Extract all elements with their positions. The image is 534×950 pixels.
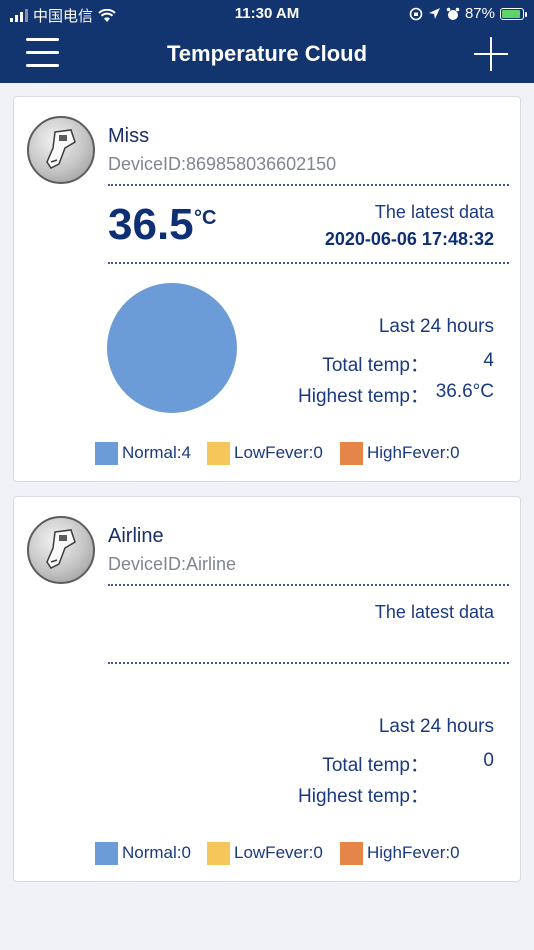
highest-temp-value: 36.6°C <box>435 381 494 402</box>
legend-low-fever-label: LowFever:0 <box>234 443 323 462</box>
status-bar: 中国电信 11:30 AM 87% <box>0 0 534 28</box>
divider <box>108 262 509 264</box>
high-fever-swatch <box>340 841 363 865</box>
legend-normal: Normal:4 <box>95 441 191 465</box>
device-name: Airline <box>108 525 164 547</box>
device-card[interactable]: Airline DeviceID:Airline The latest data… <box>13 496 521 882</box>
legend-high-fever-label: HighFever:0 <box>367 443 460 462</box>
total-temp-label: Total temp： <box>322 755 429 776</box>
latest-data-label: The latest data <box>374 202 494 222</box>
location-arrow-icon <box>428 8 440 19</box>
legend-normal-label: Normal:4 <box>122 443 191 462</box>
total-temp-value: 0 <box>483 750 494 771</box>
divider <box>108 584 509 586</box>
battery-percent: 87% <box>464 5 495 22</box>
legend-normal-label: Normal:0 <box>122 843 191 862</box>
highest-temp-label: Highest temp： <box>298 786 429 807</box>
high-fever-swatch <box>340 441 363 465</box>
legend-low-fever: LowFever:0 <box>207 841 323 865</box>
legend-high-fever-label: HighFever:0 <box>367 843 460 862</box>
total-temp-value: 4 <box>483 350 494 371</box>
thermometer-gun-icon <box>27 516 95 584</box>
temperature-unit: °C <box>194 207 217 229</box>
legend-high-fever: HighFever:0 <box>340 841 460 865</box>
app-header: 中国电信 11:30 AM 87% Temperature Cloud <box>0 0 534 83</box>
device-id: DeviceID:869858036602150 <box>108 154 337 174</box>
legend-low-fever-label: LowFever:0 <box>234 843 323 862</box>
device-id: DeviceID:Airline <box>108 554 237 574</box>
thermometer-gun-icon <box>27 116 95 184</box>
legend-high-fever: HighFever:0 <box>340 441 460 465</box>
legend-normal: Normal:0 <box>95 841 191 865</box>
low-fever-swatch <box>207 441 230 465</box>
screen-rotation-lock-icon <box>409 7 423 20</box>
normal-swatch <box>95 841 118 865</box>
temperature-pie-chart <box>107 283 237 413</box>
latest-data-timestamp: 2020-06-06 17:48:32 <box>324 229 494 249</box>
page-title: Temperature Cloud <box>166 41 368 66</box>
normal-swatch <box>95 441 118 465</box>
divider <box>108 662 509 664</box>
highest-temp-label: Highest temp： <box>298 386 429 407</box>
legend-low-fever: LowFever:0 <box>207 441 323 465</box>
add-device-button[interactable] <box>474 37 508 71</box>
last-24-hours-label: Last 24 hours <box>378 316 494 337</box>
divider <box>108 184 509 186</box>
current-temperature: 36.5 <box>108 200 194 249</box>
device-name: Miss <box>108 125 150 147</box>
device-card[interactable]: Miss DeviceID:869858036602150 36.5 °C Th… <box>13 96 521 482</box>
alarm-clock-icon <box>446 7 460 20</box>
total-temp-label: Total temp： <box>322 355 429 376</box>
battery-icon <box>500 7 527 20</box>
low-fever-swatch <box>207 841 230 865</box>
last-24-hours-label: Last 24 hours <box>378 716 494 737</box>
latest-data-label: The latest data <box>374 602 494 622</box>
